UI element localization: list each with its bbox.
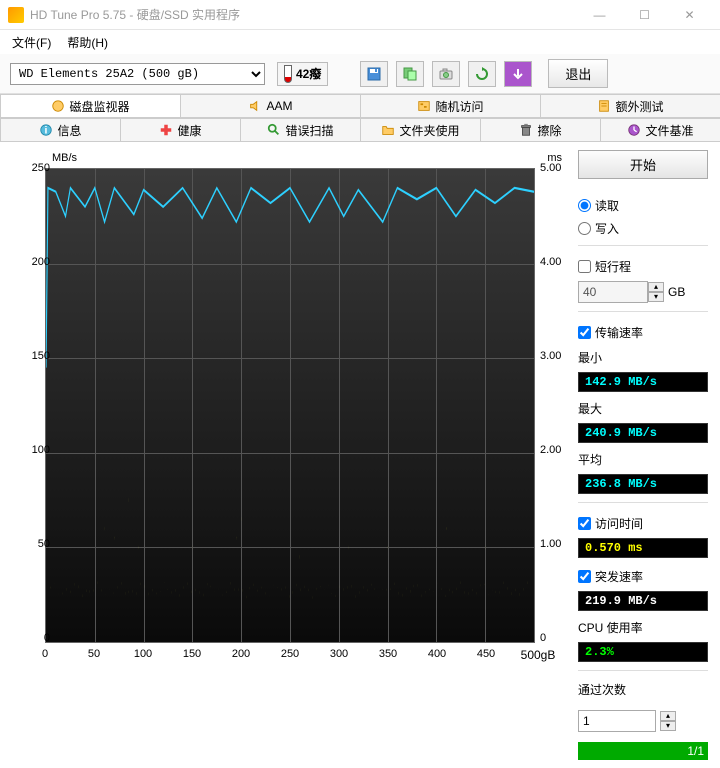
toolbar: WD Elements 25A2 (500 gB) 42癈 退出 [0,54,720,94]
tab-health[interactable]: 健康 [120,118,241,141]
progress-bar: 1/1 [578,742,708,760]
tabs-top: 磁盘监视器 AAM 随机访问 额外测试 [0,94,720,118]
max-label: 最大 [578,400,708,417]
burst-rate-check[interactable]: 突发速率 [578,568,708,585]
pass-label: 通过次数 [578,681,708,698]
tab-disk-monitor[interactable]: 磁盘监视器 [0,94,181,117]
max-value: 240.9 MB/s [578,423,708,443]
tab-erase[interactable]: 擦除 [480,118,601,141]
sidebar: 开始 读取 写入 短行程 ▴▾ GB 传输速率 最小 142.9 MB/s 最大… [578,150,708,760]
drive-select[interactable]: WD Elements 25A2 (500 gB) [10,63,265,85]
refresh-button[interactable] [468,61,496,87]
screenshot-button[interactable] [432,61,460,87]
read-radio[interactable]: 读取 [578,197,708,214]
tab-folder-usage[interactable]: 文件夹使用 [360,118,481,141]
menu-file[interactable]: 文件(F) [4,32,59,53]
access-scatter [46,169,534,642]
tab-extra-tests[interactable]: 额外测试 [540,94,720,117]
thermometer-icon [284,65,292,83]
write-radio[interactable]: 写入 [578,220,708,237]
tab-error-scan[interactable]: 错误扫描 [240,118,361,141]
y-axis-left-label: MB/s [52,152,77,164]
maximize-button[interactable]: ☐ [622,1,667,29]
save-button[interactable] [360,61,388,87]
chart-area: MB/s ms 250 200 150 100 50 0 5.00 4.00 3… [10,150,570,670]
short-stroke-check[interactable]: 短行程 [578,258,708,275]
temperature-value: 42癈 [296,65,321,82]
tab-random-access[interactable]: 随机访问 [360,94,541,117]
titlebar: HD Tune Pro 5.75 - 硬盘/SSD 实用程序 — ☐ ✕ [0,0,720,30]
app-icon [8,7,24,23]
pass-input[interactable] [578,710,656,732]
stroke-input[interactable] [578,281,648,303]
tab-file-benchmark[interactable]: 文件基准 [600,118,720,141]
min-label: 最小 [578,349,708,366]
close-button[interactable]: ✕ [667,1,712,29]
tabs-bottom: i信息 健康 错误扫描 文件夹使用 擦除 文件基准 [0,118,720,142]
avg-value: 236.8 MB/s [578,474,708,494]
cpu-label: CPU 使用率 [578,619,708,636]
transfer-rate-check[interactable]: 传输速率 [578,324,708,341]
minimize-button[interactable]: — [577,1,622,29]
min-value: 142.9 MB/s [578,372,708,392]
download-button[interactable] [504,61,532,87]
chart-plot [45,168,535,643]
stroke-spinner[interactable]: ▴▾ [648,282,664,302]
tab-aam[interactable]: AAM [180,94,361,117]
svg-text:i: i [45,125,48,137]
access-value: 0.570 ms [578,538,708,558]
avg-label: 平均 [578,451,708,468]
copy-button[interactable] [396,61,424,87]
window-title: HD Tune Pro 5.75 - 硬盘/SSD 实用程序 [30,6,577,23]
menu-help[interactable]: 帮助(H) [59,32,116,53]
access-time-check[interactable]: 访问时间 [578,515,708,532]
burst-value: 219.9 MB/s [578,591,708,611]
exit-button[interactable]: 退出 [548,59,608,88]
temperature-display: 42癈 [277,62,328,86]
cpu-value: 2.3% [578,642,708,662]
pass-spinner[interactable]: ▴▾ [660,711,676,731]
menubar: 文件(F) 帮助(H) [0,30,720,54]
main-content: MB/s ms 250 200 150 100 50 0 5.00 4.00 3… [0,142,720,768]
tab-info[interactable]: i信息 [0,118,121,141]
start-button[interactable]: 开始 [578,150,708,179]
